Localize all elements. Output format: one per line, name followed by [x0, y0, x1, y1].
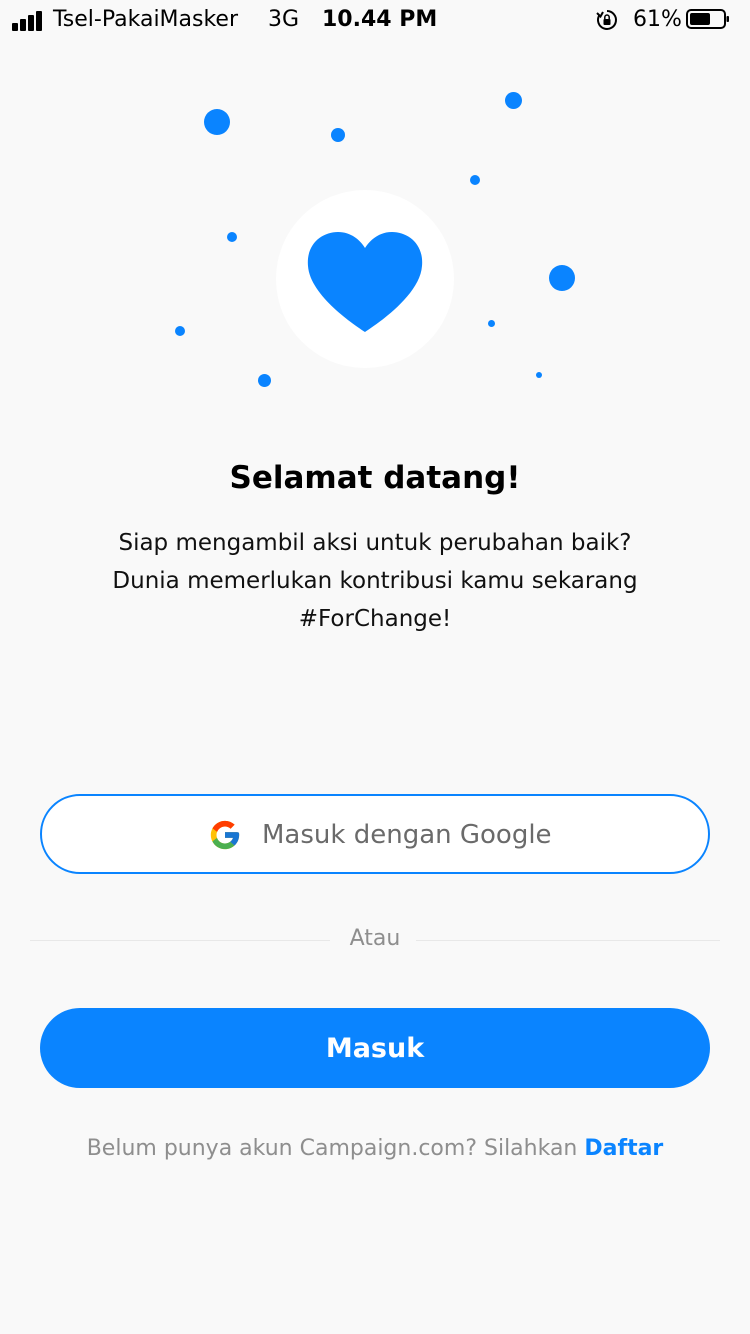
decorative-dot — [331, 128, 345, 142]
decorative-dot — [258, 374, 271, 387]
google-signin-label: Masuk dengan Google — [262, 820, 552, 850]
google-signin-button[interactable]: Masuk dengan Google — [40, 794, 710, 874]
welcome-line: Siap mengambil aksi untuk perubahan baik… — [118, 530, 632, 556]
decorative-dot — [536, 372, 542, 378]
welcome-title: Selamat datang! — [229, 460, 521, 496]
decorative-dot — [204, 109, 230, 135]
signup-prompt-text: Belum punya akun Campaign.com? Silahkan — [86, 1136, 578, 1161]
signup-prompt: Belum punya akun Campaign.com? Silahkan … — [0, 1136, 750, 1161]
battery-icon — [686, 9, 729, 29]
welcome-line: #ForChange! — [298, 606, 452, 632]
google-icon — [210, 820, 240, 850]
decorative-dot — [175, 326, 185, 336]
decorative-dot — [488, 320, 495, 327]
network-type: 3G — [268, 7, 300, 32]
signup-link[interactable]: Daftar — [584, 1136, 663, 1161]
hero-illustration — [0, 60, 750, 420]
decorative-dot — [470, 175, 480, 185]
clock: 10.44 PM — [322, 7, 438, 32]
heart-icon — [307, 232, 423, 332]
carrier-name: Tsel-PakaiMasker — [53, 7, 239, 32]
decorative-dot — [505, 92, 522, 109]
rotation-lock-icon — [596, 10, 617, 30]
decorative-dot — [549, 265, 575, 291]
decorative-dot — [227, 232, 237, 242]
welcome-description: Siap mengambil aksi untuk perubahan baik… — [60, 524, 690, 638]
divider-label: Atau — [349, 926, 401, 951]
status-bar: Tsel-PakaiMasker 3G 10.44 PM 61% — [0, 0, 750, 40]
signal-strength-icon — [12, 11, 46, 31]
battery-percentage: 61% — [633, 7, 682, 32]
welcome-line: Dunia memerlukan kontribusi kamu sekaran… — [112, 568, 638, 594]
login-button[interactable]: Masuk — [40, 1008, 710, 1088]
